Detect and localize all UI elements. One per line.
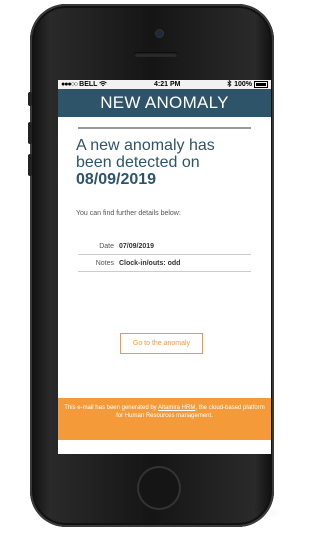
footer-link[interactable]: Altamira HRM	[158, 405, 195, 411]
status-bar: ●●●○○ BELL 4:21 PM 100%	[58, 80, 271, 89]
intro-text: You can find further details below:	[76, 210, 181, 217]
details-row-notes: Notes Clock-in/outs: odd	[78, 255, 251, 272]
home-button[interactable]	[137, 466, 181, 510]
headline-line-2: been detected on	[76, 154, 200, 171]
signal-icon: ●●●○○	[61, 81, 78, 88]
details-table: Date 07/09/2019 Notes Clock-in/outs: odd	[78, 238, 251, 272]
carrier-label: BELL	[79, 81, 98, 88]
footer-text-pre: This e-mail has been generated by	[64, 405, 158, 411]
front-camera	[156, 30, 163, 37]
divider	[78, 127, 251, 129]
details-value: 07/09/2019	[119, 242, 155, 250]
battery-icon	[253, 81, 268, 88]
details-label: Notes	[95, 259, 114, 267]
page-title: NEW ANOMALY	[100, 93, 229, 112]
details-value: Clock-in/outs: odd	[119, 259, 181, 267]
email-header: NEW ANOMALY	[58, 89, 271, 117]
headline: A new anomaly has been detected on 08/09…	[76, 137, 253, 188]
bluetooth-icon	[227, 80, 232, 89]
volume-down-button	[28, 154, 32, 176]
clock-time: 4:21 PM	[154, 81, 181, 88]
go-to-anomaly-button[interactable]: Go to the anomaly	[120, 333, 203, 354]
battery-percent: 100%	[234, 81, 252, 88]
earpiece-speaker	[134, 52, 178, 57]
headline-date: 08/09/2019	[76, 171, 157, 188]
email-footer: This e-mail has been generated by Altami…	[58, 398, 271, 440]
phone-screen: ●●●○○ BELL 4:21 PM 100% NEW ANOMALY A ne…	[58, 80, 271, 454]
wifi-icon	[99, 80, 108, 89]
mute-switch	[28, 92, 32, 106]
headline-line-1: A new anomaly has	[76, 137, 215, 154]
details-label: Date	[99, 242, 114, 250]
details-row-date: Date 07/09/2019	[78, 238, 251, 255]
volume-up-button	[28, 122, 32, 144]
